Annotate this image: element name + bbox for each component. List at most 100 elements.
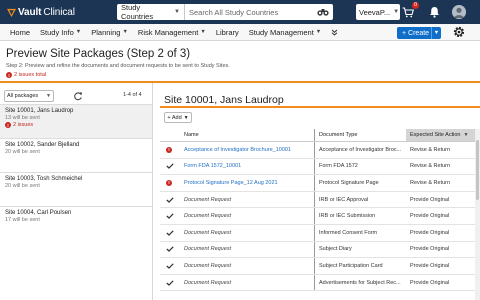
refresh-icon[interactable] [73,91,83,101]
binoculars-icon[interactable] [317,7,329,17]
add-button[interactable]: + Add ▼ [164,112,192,123]
chevron-down-icon: ▼ [75,29,82,35]
avatar[interactable] [452,5,466,19]
nav-risk-management[interactable]: Risk Management ▼ [133,28,211,37]
nav-study-info[interactable]: Study Info ▼ [35,28,86,37]
table-row[interactable]: Document Request Subject Participation Ca… [160,258,480,275]
page-title: Preview Site Packages (Step 2 of 3) [6,48,191,60]
column-header-action[interactable]: Expected Site Action ▼ [406,129,480,141]
column-header-type[interactable]: Document Type [314,129,406,141]
check-icon [166,279,174,286]
bell-icon-glyph [429,7,439,18]
create-button[interactable]: + Create ▼ [397,27,441,39]
row-action-cell: Revise & Return [410,179,451,186]
error-icon: ! [6,72,12,78]
row-type-cell: Subject Diary [314,241,406,258]
table-row[interactable]: ! Acceptance of Investigator Brochure_100… [160,142,480,159]
nav-more-button[interactable] [326,29,343,36]
chevron-down-icon: ▼ [315,29,322,35]
avatar-image [452,5,466,19]
chevron-down-icon: ▼ [200,29,206,35]
site-name: Site 10001, Jans Laudrop [5,108,74,114]
logo-suffix: Clinical [43,6,75,18]
row-action-cell: Provide Original [410,196,450,203]
row-type-cell: IRB or IEC Submission [314,208,406,224]
row-type-cell: Subject Participation Card [314,258,406,274]
site-heading-divider [160,106,480,108]
table-row[interactable]: Document Request Advertisements for Subje… [160,274,480,292]
nav-home[interactable]: Home [5,28,35,37]
table-row[interactable]: Document Request Informed Consent Form Pro… [160,224,480,242]
vault-logo[interactable]: Vault Clinical [7,7,75,18]
create-menu-toggle[interactable]: ▼ [431,27,441,39]
gear-icon[interactable] [452,25,466,39]
row-status [160,279,180,286]
site-list-item[interactable]: Site 10001, Jans Laudrop 13 will be sent!… [0,104,152,138]
check-icon [166,246,174,253]
row-status [160,263,180,269]
add-label: + Add [167,114,182,121]
nav-planning-label: Planning [91,27,121,37]
chevron-down-icon: ▼ [122,29,128,35]
row-action-cell: Revise & Return [410,163,451,170]
table-row[interactable]: Document Request Subject Diary Provide Ori… [160,241,480,259]
table-row[interactable]: Document Request IRB or IEC Submission Pro… [160,208,480,225]
column-name-label: Name [184,132,199,138]
site-list-item[interactable]: Site 10004, Carl Poulsen 17 will be sent [0,206,152,240]
row-status [160,213,180,220]
document-link[interactable]: Protocol Signature Page_12 Aug 2021 [184,180,278,186]
nav-library[interactable]: Library [211,28,244,37]
document-request-label: Document Request [184,229,232,236]
nav-study-management[interactable]: Study Management ▼ [244,28,327,37]
site-heading: Site 10001, Jans Laudrop [164,94,284,106]
search-input[interactable]: Search All Study Countries [185,7,333,17]
cart-icon[interactable]: 0 [401,2,419,19]
user-menu[interactable]: VeevaP... ▼ [356,4,400,20]
table-row[interactable]: Form FDA 1572_10001 Form FDA 1572 Revise &… [160,158,480,176]
chevron-down-icon: ▼ [393,9,400,15]
site-send-count: 20 will be sent [5,149,40,155]
error-icon: ! [166,179,172,186]
search-scope-select[interactable]: Study Countries ▼ [117,3,185,21]
row-type-cell: Form FDA 1572 [314,158,406,175]
row-name-cell: Document Request [180,230,314,236]
document-link[interactable]: Form FDA 1572_10001 [184,163,241,169]
error-icon: ! [5,122,11,128]
page-subtitle: Step 2: Preview and refine the documents… [6,63,230,69]
double-chevron-icon [331,29,338,36]
search-placeholder: Search All Study Countries [189,7,279,17]
scrollbar-thumb[interactable] [476,140,479,200]
add-text: Add [171,114,182,121]
site-list: Site 10001, Jans Laudrop 13 will be sent!… [0,104,153,240]
row-type-cell: Advertisements for Subject Rec... [314,274,406,291]
site-list-item[interactable]: Site 10002, Sander Bjelland 20 will be se… [0,138,152,172]
document-request-label: Document Request [184,196,232,203]
row-type-cell: IRB or IEC Approval [314,191,406,208]
check-icon [166,263,174,269]
package-filter-select[interactable]: All packages ▼ [4,90,54,102]
cart-icon-glyph [402,6,414,17]
nav-study-info-label: Study Info [40,27,74,37]
logo-name: Vault [18,6,42,18]
column-header-name[interactable]: Name [180,129,314,141]
create-text: Create [408,29,430,37]
nav-library-label: Library [215,27,239,37]
nav-planning[interactable]: Planning ▼ [86,28,133,37]
result-count: 1-4 of 4 [123,92,142,98]
table-row[interactable]: ! Protocol Signature Page_12 Aug 2021 Prot… [160,175,480,192]
row-name-cell: Form FDA 1572_10001 [180,163,314,169]
check-icon [166,213,174,220]
nav-study-management-label: Study Management [248,27,314,37]
site-send-count: 13 will be sent [5,115,40,121]
top-bar: Vault Clinical Study Countries ▼ Search … [0,0,480,24]
check-icon [166,163,174,170]
row-action-cell: Provide Original [410,229,450,236]
site-list-item[interactable]: Site 10003, Tosh Schmeichel 20 will be se… [0,172,152,206]
row-action-cell: Provide Original [410,262,450,269]
document-link[interactable]: Acceptance of Investigator Brochure_1000… [184,147,291,153]
row-status [160,246,180,253]
bell-icon[interactable] [427,5,441,19]
table-row[interactable]: Document Request IRB or IEC Approval Provi… [160,191,480,209]
chevron-down-icon: ▼ [463,132,469,138]
table-body: ! Acceptance of Investigator Brochure_100… [160,142,480,292]
